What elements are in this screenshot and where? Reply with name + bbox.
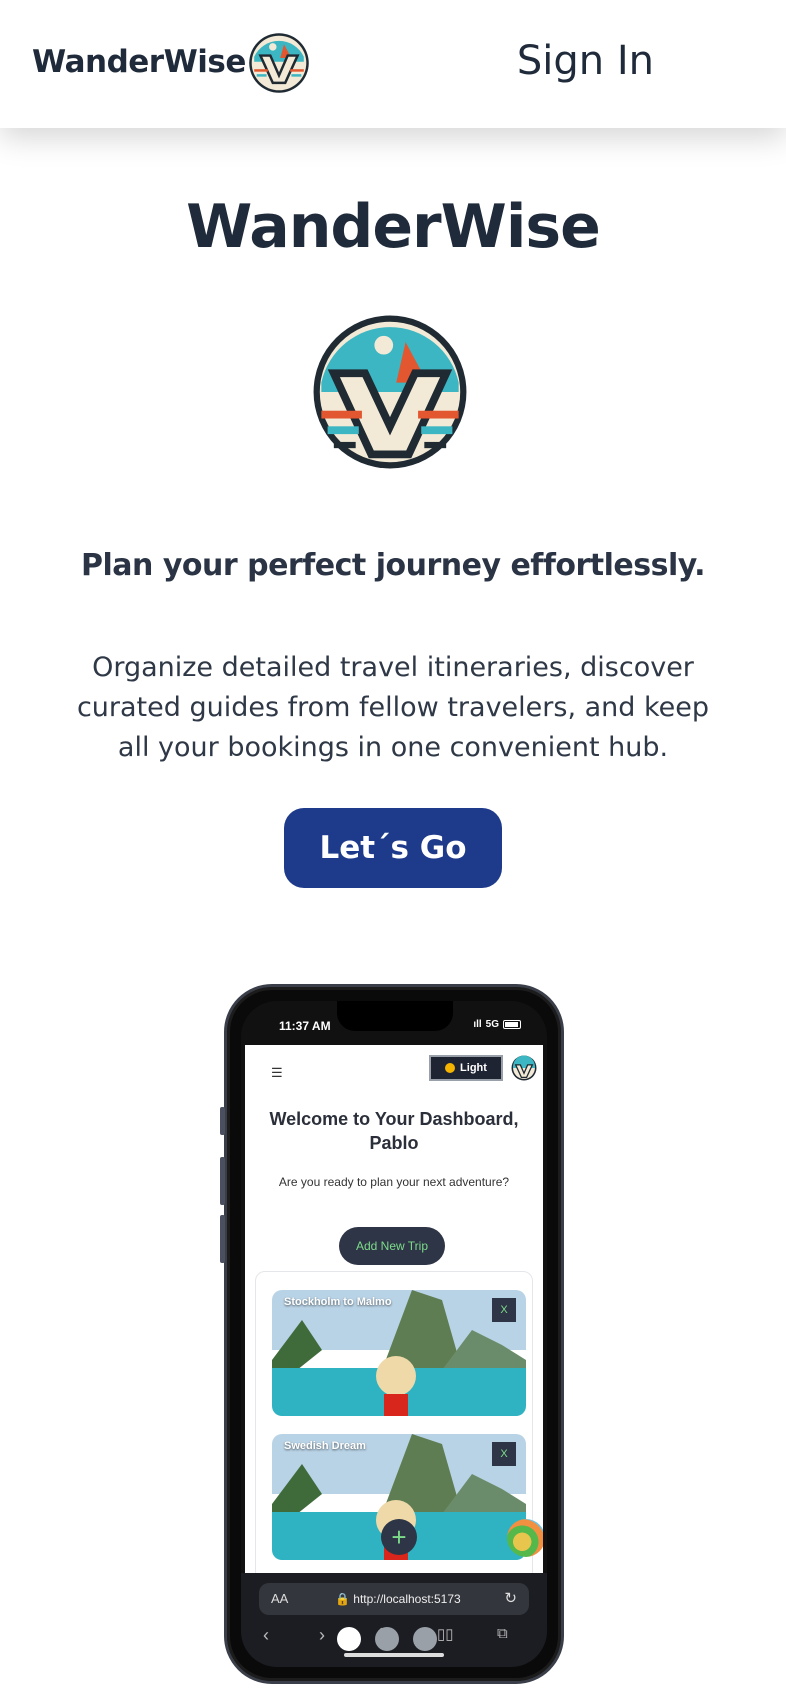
phone-status-bar: 11:37 AM ıll 5G: [241, 1001, 547, 1045]
phone-volume-up: [220, 1157, 225, 1205]
hero-logo-icon: [313, 315, 467, 469]
hamburger-icon[interactable]: ☰: [271, 1065, 283, 1081]
network-label: 5G: [485, 1019, 499, 1030]
tabs-icon[interactable]: ⧉: [497, 1625, 508, 1642]
theme-toggle-label: Light: [460, 1062, 487, 1074]
hero-tagline: Plan your perfect journey effortlessly.: [81, 548, 705, 583]
battery-icon: [503, 1020, 521, 1029]
theme-toggle-button[interactable]: Light: [429, 1055, 503, 1081]
url-text: 🔒 http://localhost:5173: [335, 1592, 461, 1606]
browser-url-bar[interactable]: AA 🔒 http://localhost:5173 ↻: [259, 1583, 529, 1615]
brand-name[interactable]: WanderWise: [32, 44, 246, 80]
phone-mockup: 11:37 AM ıll 5G ☰ Light Welcome to Your …: [220, 984, 564, 1684]
hero-description: Organize detailed travel itineraries, di…: [76, 652, 710, 763]
add-trip-fab-button[interactable]: +: [381, 1519, 417, 1555]
brand-logo-icon[interactable]: [248, 32, 310, 94]
trip-card[interactable]: Stockholm to Malmo X: [272, 1290, 526, 1416]
dashboard-title: Welcome to Your Dashboard, Pablo: [269, 1109, 519, 1153]
phone-volume-down: [220, 1215, 225, 1263]
sign-in-button[interactable]: Sign In: [517, 38, 654, 84]
signal-icon: ıll: [473, 1019, 482, 1030]
chatbot-globe-icon[interactable]: [507, 1519, 543, 1557]
browser-toolbar: AA 🔒 http://localhost:5173 ↻ ‹ › ⇧ ▯▯ ⧉: [241, 1573, 547, 1667]
home-indicator: [344, 1653, 444, 1657]
reload-icon[interactable]: ↻: [504, 1589, 517, 1607]
page-dot[interactable]: [413, 1627, 437, 1651]
top-navbar: WanderWise Sign In: [0, 0, 786, 128]
back-icon[interactable]: ‹: [263, 1625, 269, 1646]
trip-delete-button[interactable]: X: [492, 1442, 516, 1466]
phone-notch: [337, 1001, 453, 1031]
page-dot-active[interactable]: [337, 1627, 361, 1651]
lets-go-button[interactable]: Let´s Go: [284, 808, 502, 888]
page-dot[interactable]: [375, 1627, 399, 1651]
trip-delete-button[interactable]: X: [492, 1298, 516, 1322]
url-value: http://localhost:5173: [353, 1592, 461, 1606]
app-dashboard: ☰ Light Welcome to Your Dashboard, Pablo…: [245, 1045, 543, 1573]
hero-title: WanderWise: [186, 192, 601, 262]
trip-title: Swedish Dream: [284, 1440, 366, 1452]
status-signal: ıll 5G: [473, 1019, 521, 1030]
bookmarks-icon[interactable]: ▯▯: [437, 1625, 454, 1643]
phone-side-button: [220, 1107, 225, 1135]
forward-icon[interactable]: ›: [319, 1625, 325, 1646]
status-time: 11:37 AM: [279, 1019, 331, 1033]
sun-icon: [445, 1063, 456, 1073]
trip-title: Stockholm to Malmo: [284, 1296, 392, 1308]
add-new-trip-button[interactable]: Add New Trip: [339, 1227, 445, 1265]
text-size-button[interactable]: AA: [271, 1591, 288, 1606]
dashboard-subtitle: Are you ready to plan your next adventur…: [278, 1175, 510, 1189]
trip-image: [272, 1290, 526, 1416]
user-avatar-icon[interactable]: [511, 1055, 537, 1081]
phone-screen: 11:37 AM ıll 5G ☰ Light Welcome to Your …: [241, 1001, 547, 1667]
